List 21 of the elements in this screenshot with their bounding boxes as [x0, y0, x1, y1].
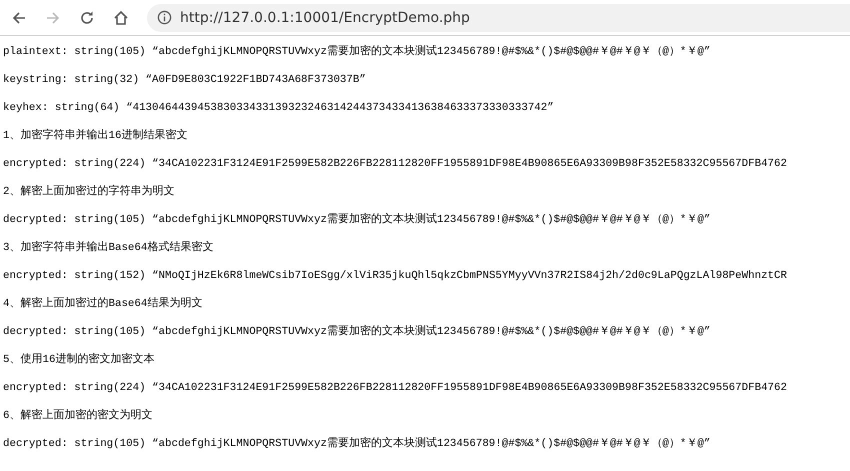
output-line: 5、使用16进制的密文加密文本 [3, 352, 156, 368]
output-line: 4、解密上面加密过的Base64结果为明文 [3, 296, 204, 312]
output-line: 6、解密上面加密的密文为明文 [3, 408, 154, 424]
output-line: decrypted: string(105) “abcdefghijKLMNOPQRSTUVWxyz需要加密的文本块测试123456789!@#$%&*()$#@$@@#￥@#￥@￥（@）*￥@” [3, 212, 712, 228]
output-line: encrypted: string(224) “34CA102231F3124E91F2599E582B226FB228112820FF1955891DF98E4B90865E6A93309B98F352E58332C95567DFB4762 [3, 157, 788, 172]
back-icon[interactable] [11, 10, 27, 26]
info-icon[interactable] [157, 10, 172, 25]
output-line: encrypted: string(152) “NMoQIjHzEk6R8lmeWCsib7IoESgg/xlViR35jkuQhl5qkzCbmPNS5YMyyVVn37R2IS84j2h/2d0c9LaPQgzLAl98PeWhnztCR [3, 269, 788, 284]
url-text: http://127.0.0.1:10001/EncryptDemo.php [180, 10, 470, 26]
output-line: decrypted: string(105) “abcdefghijKLMNOPQRSTUVWxyz需要加密的文本块测试123456789!@#$%&*()$#@$@@#￥@#￥@￥（@）*￥@” [3, 436, 712, 452]
output-line: 2、解密上面加密过的字符串为明文 [3, 184, 176, 200]
output-line: 3、加密字符串并输出Base64格式结果密文 [3, 240, 214, 256]
output-line: plaintext: string(105) “abcdefghijKLMNOPQRSTUVWxyz需要加密的文本块测试123456789!@#$%&*()$#@$@@#￥@#￥@￥（@）*￥@” [3, 44, 712, 60]
output-line: 1、加密字符串并输出16进制结果密文 [3, 128, 188, 144]
output-line: encrypted: string(224) “34CA102231F3124E91F2599E582B226FB228112820FF1955891DF98E4B90865E6A93309B98F352E58332C95567DFB4762 [3, 381, 788, 396]
reload-icon[interactable] [79, 10, 95, 26]
output-line: keystring: string(32) “A0FD9E803C1922F1BD743A68F373037B” [3, 73, 367, 88]
home-icon[interactable] [113, 10, 129, 26]
output-line: decrypted: string(105) “abcdefghijKLMNOPQRSTUVWxyz需要加密的文本块测试123456789!@#$%&*()$#@$@@#￥@#￥@￥（@）*￥@” [3, 324, 712, 340]
output-line: keyhex: string(64) “4130464439453830334331393232463142443734334136384633373330333742” [3, 101, 555, 116]
address-bar[interactable]: http://127.0.0.1:10001/EncryptDemo.php [147, 4, 850, 32]
